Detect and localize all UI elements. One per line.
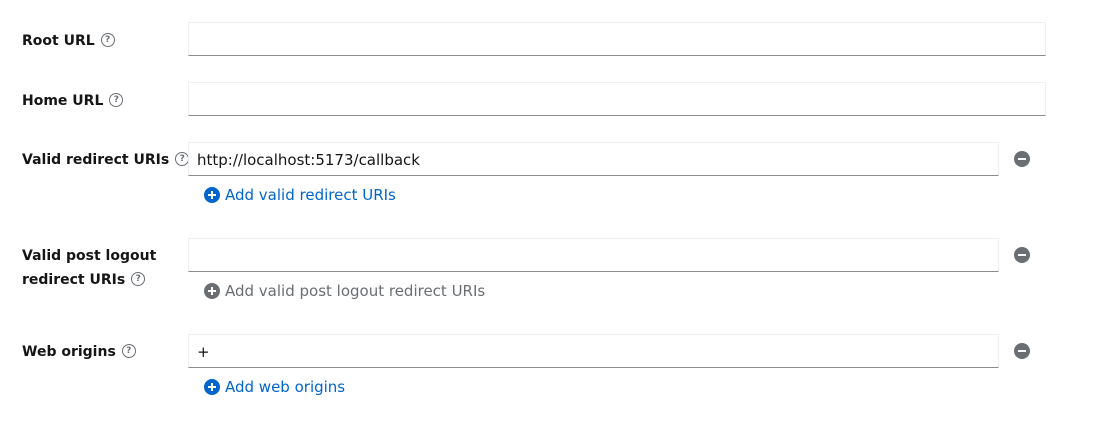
help-icon[interactable]: ?	[100, 33, 115, 47]
root-url-label-text: Root URL	[22, 33, 95, 49]
home-url-label: Home URL?	[22, 89, 124, 113]
post-logout-label-line1: Valid post logout	[22, 248, 157, 264]
root-url-label: Root URL?	[22, 29, 115, 53]
remove-web-origin-button[interactable]	[1014, 343, 1030, 359]
root-url-input[interactable]	[188, 22, 1046, 56]
post-logout-label: Valid post logout	[22, 244, 156, 268]
client-urls-form: Root URL? Home URL? Valid redirect URIs?…	[0, 0, 1113, 439]
help-icon[interactable]: ?	[109, 93, 124, 107]
valid-redirect-input[interactable]: http://localhost:5173/callback	[188, 142, 999, 176]
help-icon[interactable]: ?	[131, 272, 146, 286]
plus-circle-icon	[204, 379, 220, 395]
add-web-origin-label: Add web origins	[225, 378, 346, 396]
add-post-logout-uri-label: Add valid post logout redirect URIs	[225, 282, 486, 300]
post-logout-label-line2: redirect URIs	[22, 272, 126, 288]
remove-post-logout-uri-button[interactable]	[1014, 247, 1030, 263]
add-redirect-uri-button[interactable]: Add valid redirect URIs	[204, 185, 396, 205]
remove-redirect-uri-button[interactable]	[1014, 151, 1030, 167]
home-url-input[interactable]	[188, 82, 1046, 116]
help-icon[interactable]: ?	[121, 344, 136, 358]
add-web-origin-button[interactable]: Add web origins	[204, 377, 345, 397]
web-origins-label-text: Web origins	[22, 344, 116, 360]
add-redirect-uri-label: Add valid redirect URIs	[225, 186, 396, 204]
add-post-logout-uri-button: Add valid post logout redirect URIs	[204, 281, 485, 301]
plus-circle-icon	[204, 187, 220, 203]
valid-redirect-label-text: Valid redirect URIs	[22, 152, 170, 168]
home-url-label-text: Home URL	[22, 93, 104, 109]
post-logout-input[interactable]	[188, 238, 999, 272]
valid-redirect-label: Valid redirect URIs?	[22, 148, 190, 172]
web-origins-input[interactable]: +	[188, 334, 999, 368]
post-logout-label-2: redirect URIs?	[22, 268, 146, 292]
plus-circle-icon	[204, 283, 220, 299]
web-origins-label: Web origins?	[22, 340, 136, 364]
